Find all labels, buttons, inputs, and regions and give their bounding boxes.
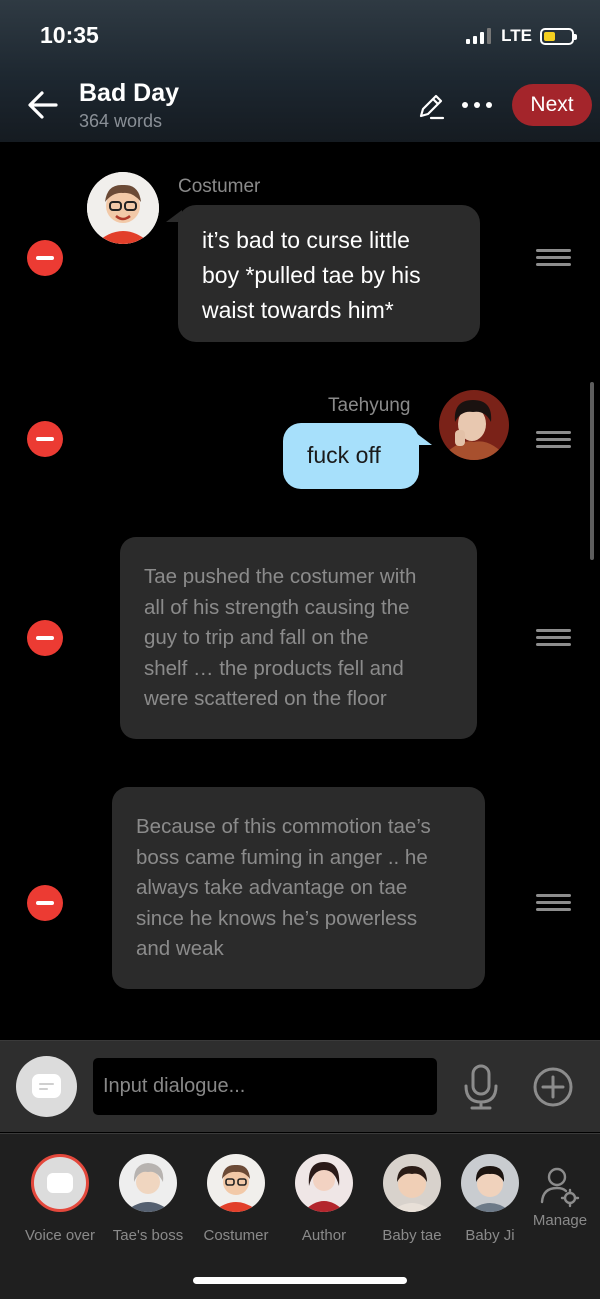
microphone-icon[interactable] [462,1064,500,1110]
dialogue-bubble[interactable]: it’s bad to curse little boy *pulled tae… [178,205,480,342]
delete-message-button[interactable] [27,620,63,656]
character-avatar [295,1154,353,1212]
speaker-name: Costumer [178,176,261,197]
character-label: Baby Ji [465,1227,515,1244]
battery-icon [540,27,577,45]
drag-handle-icon[interactable] [536,249,571,267]
home-indicator[interactable] [193,1277,407,1284]
chat-bubble-icon [32,1074,61,1098]
story-title: Bad Day [79,79,180,107]
narration-block[interactable]: Because of this commotion tae’s boss cam… [112,787,485,989]
narration-block[interactable]: Tae pushed the costumer with all of his … [120,537,477,739]
character-costumer[interactable]: Costumer [191,1154,281,1244]
add-circle-icon[interactable] [532,1066,574,1108]
narration-line: were scattered on the floor [144,687,387,710]
speaker-name: Taehyung [328,395,411,416]
dialogue-bubble[interactable]: fuck off [283,423,419,489]
bubble-line: waist towards him* [202,297,394,323]
edit-pencil-icon[interactable] [417,92,445,120]
character-baby-tae[interactable]: Baby tae [367,1154,457,1244]
character-selector: Voice over Tae's boss Costumer Author Ba… [0,1133,600,1299]
costumer-avatar [87,172,159,244]
narration-line: boss came fuming in anger .. he [136,845,428,869]
voice-over-icon [31,1154,89,1212]
character-label: Voice over [24,1227,96,1244]
bubble-line: boy *pulled tae by his [202,262,421,288]
narration-line: all of his strength causing the [144,595,410,619]
character-voice-over[interactable]: Voice over [15,1154,105,1244]
back-arrow-icon[interactable] [26,88,60,122]
next-button[interactable]: Next [512,84,592,126]
narration-line: always take advantage on tae [136,876,408,899]
character-baby-ji[interactable]: Baby Ji [455,1154,525,1244]
word-count: 364 words [79,111,163,131]
character-avatar [383,1154,441,1212]
taehyung-avatar [439,390,509,460]
narration-line: guy to trip and fall on the [144,626,369,649]
bubble-line: fuck off [307,442,381,468]
status-time: 10:35 [40,22,99,48]
drag-handle-icon[interactable] [536,629,571,647]
message-mode-button[interactable] [16,1056,77,1117]
character-avatar [461,1154,519,1212]
bubble-line: it’s bad to curse little [202,227,410,253]
character-label: Manage [532,1212,588,1229]
manage-characters-button[interactable]: Manage [525,1164,595,1229]
character-taes-boss[interactable]: Tae's boss [103,1154,193,1244]
character-author[interactable]: Author [279,1154,369,1244]
narration-line: Tae pushed the costumer with [144,565,417,588]
dialogue-input[interactable] [93,1058,437,1115]
character-label: Costumer [203,1227,269,1244]
character-label: Tae's boss [112,1227,184,1244]
drag-handle-icon[interactable] [536,431,571,449]
narration-line: shelf … the products fell and [144,656,404,680]
drag-handle-icon[interactable] [536,894,571,912]
delete-message-button[interactable] [27,240,63,276]
top-bar: 10:35 LTE Bad Day 364 words Next [0,0,600,142]
delete-message-button[interactable] [27,421,63,457]
character-avatar [119,1154,177,1212]
more-options-icon[interactable] [462,102,492,108]
delete-message-button[interactable] [27,885,63,921]
status-indicators: LTE [466,26,577,46]
narration-line: and weak [136,937,224,960]
narration-line: since he knows he’s powerless [136,906,418,930]
manage-user-icon [540,1167,580,1208]
input-bar [0,1040,600,1132]
network-label: LTE [501,26,532,45]
character-avatar [207,1154,265,1212]
signal-icon [466,28,492,44]
character-label: Baby tae [382,1227,442,1244]
narration-line: Because of this commotion tae’s [136,815,431,838]
character-label: Author [301,1227,347,1244]
scrollbar[interactable] [590,382,594,560]
